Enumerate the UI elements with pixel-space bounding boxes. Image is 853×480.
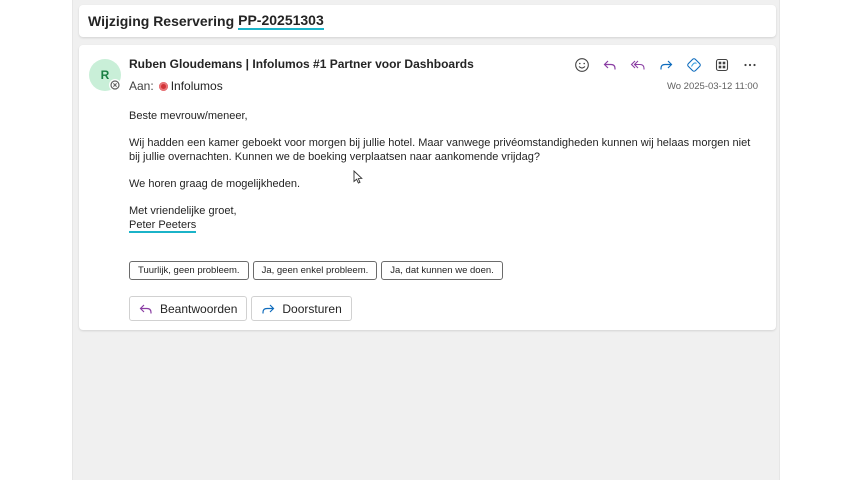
forward-icon[interactable]: [654, 54, 678, 76]
forward-button-label: Doorsturen: [282, 301, 342, 316]
body-paragraph: Wij hadden een kamer geboekt voor morgen…: [129, 137, 751, 163]
reply-button[interactable]: Beantwoorden: [129, 296, 248, 321]
message-body: Beste mevrouw/meneer, Wij hadden een kam…: [129, 109, 759, 233]
sender-name[interactable]: Ruben Gloudemans | Infolumos #1 Partner …: [129, 57, 474, 71]
reply-icon[interactable]: [598, 54, 622, 76]
message-card: R Ruben Gloudemans | Infolumos #1 Partne…: [79, 45, 776, 330]
reply-all-icon[interactable]: [626, 54, 650, 76]
subject-reference[interactable]: PP-20251303: [238, 12, 324, 30]
reading-pane: Wijziging Reservering PP-20251303 R Rube…: [72, 0, 780, 480]
apps-icon[interactable]: [710, 54, 734, 76]
suggested-reply-3[interactable]: Ja, dat kunnen we doen.: [381, 261, 503, 280]
mouse-cursor-icon: [353, 170, 363, 184]
emoji-icon[interactable]: [570, 54, 594, 76]
forward-button[interactable]: Doorsturen: [251, 296, 352, 321]
suggested-reply-2[interactable]: Ja, geen enkel probleem.: [252, 261, 378, 280]
more-icon[interactable]: [738, 54, 762, 76]
suggested-replies: Tuurlijk, geen probleem. Ja, geen enkel …: [129, 261, 503, 280]
recipient-status-icon: [158, 81, 168, 91]
body-signature[interactable]: Peter Peeters: [129, 219, 197, 233]
forward-icon: [262, 304, 275, 313]
body-closing: We horen graag de mogelijkheden.: [129, 178, 301, 190]
message-toolbar: [570, 54, 762, 76]
presence-unknown-icon: [109, 79, 121, 91]
subject-text: Wijziging Reservering: [88, 13, 235, 29]
message-actions: Beantwoorden Doorsturen: [129, 296, 352, 321]
reply-button-label: Beantwoorden: [160, 301, 238, 316]
reply-icon: [139, 304, 152, 313]
message-timestamp: Wo 2025-03-12 11:00: [666, 81, 758, 92]
suggested-reply-1[interactable]: Tuurlijk, geen probleem.: [129, 261, 249, 280]
recipient-line: Aan: Infolumos: [129, 79, 223, 93]
recipient-name[interactable]: Infolumos: [171, 79, 223, 93]
loop-icon[interactable]: [682, 54, 706, 76]
to-label: Aan:: [129, 79, 154, 93]
body-greeting: Beste mevrouw/meneer,: [129, 110, 248, 122]
subject-header: Wijziging Reservering PP-20251303: [79, 5, 776, 37]
body-sign-off: Met vriendelijke groet,: [129, 205, 237, 217]
